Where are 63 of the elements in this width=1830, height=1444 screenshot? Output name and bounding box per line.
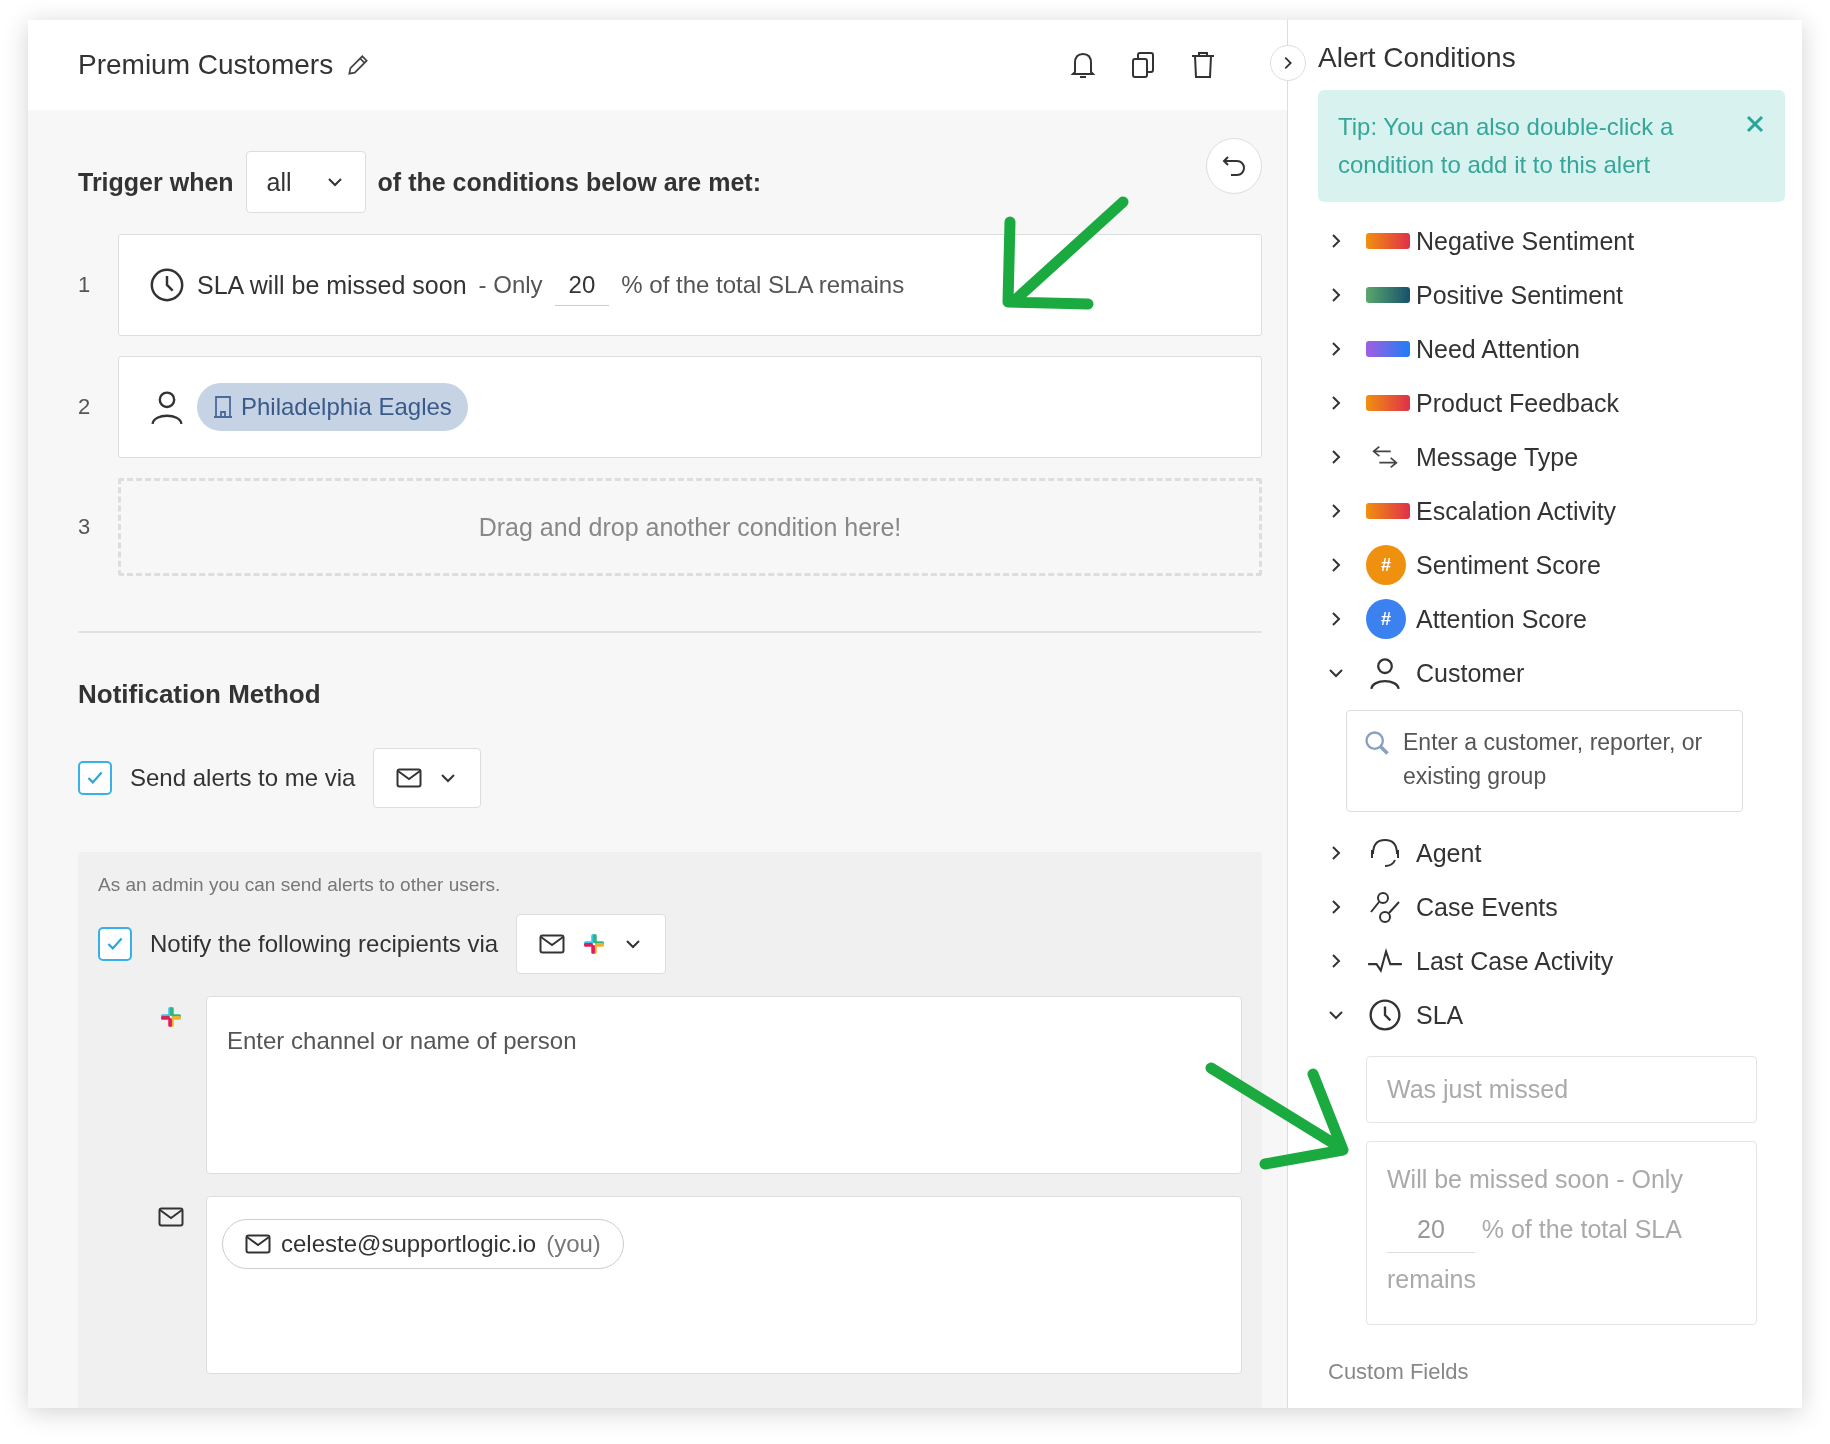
person-icon	[149, 389, 185, 425]
email-recipients-field[interactable]: celeste@supportlogic.io (you)	[206, 1196, 1242, 1374]
method-dropdown[interactable]	[516, 914, 667, 974]
gradient-swatch-icon	[1366, 503, 1410, 519]
alert-title: Premium Customers	[78, 49, 334, 81]
condition-card[interactable]: SLA will be missed soon - Only 20 % of the total SLA remains	[118, 234, 1262, 336]
condition-type-item[interactable]: Sentiment Score	[1416, 550, 1601, 580]
tip-text: Tip: You can also double-click a condition to add it to this alert	[1338, 112, 1675, 180]
condition-type-item[interactable]: Need Attention	[1416, 334, 1580, 364]
condition-number: 2	[78, 394, 92, 420]
panel-title: Alert Conditions	[1318, 42, 1517, 74]
method-dropdown[interactable]	[373, 748, 482, 808]
customer-tag[interactable]: Philadelphia Eagles	[197, 383, 468, 431]
condition-type-item[interactable]: Positive Sentiment	[1416, 280, 1624, 310]
envelope-icon	[396, 767, 423, 789]
condition-type-item[interactable]: Customer	[1416, 658, 1525, 688]
section-heading: Notification Method	[78, 679, 322, 710]
building-icon	[213, 395, 233, 419]
search-icon	[1363, 729, 1391, 757]
condition-number: 3	[78, 514, 92, 540]
close-icon[interactable]	[1745, 114, 1765, 134]
recipient-chip[interactable]: celeste@supportlogic.io (you)	[222, 1219, 624, 1269]
checkbox[interactable]	[78, 761, 112, 795]
copy-icon[interactable]	[1129, 50, 1157, 80]
condition-label: SLA will be missed soon	[197, 270, 467, 300]
checkbox[interactable]	[98, 927, 132, 961]
bell-icon[interactable]	[1069, 50, 1097, 80]
condition-type-item[interactable]: Case Events	[1416, 892, 1558, 922]
condition-type-item[interactable]: Product Feedback	[1416, 388, 1619, 418]
gradient-swatch-icon	[1366, 395, 1410, 411]
customer-search-field[interactable]: Enter a customer, reporter, or existing group	[1346, 710, 1743, 812]
envelope-icon	[539, 933, 566, 955]
condition-type-item[interactable]: SLA	[1416, 1000, 1464, 1030]
score-badge: #	[1366, 545, 1406, 585]
envelope-icon	[245, 1233, 271, 1255]
gradient-swatch-icon	[1366, 233, 1410, 249]
trigger-label: Trigger when	[78, 167, 234, 197]
condition-type-item[interactable]: Negative Sentiment	[1416, 226, 1635, 256]
condition-type-item[interactable]: Escalation Activity	[1416, 496, 1617, 526]
condition-card[interactable]: Philadelphia Eagles	[118, 356, 1262, 458]
checkbox-label: Notify the following recipients via	[150, 930, 499, 958]
percent-input[interactable]: 20	[554, 264, 610, 306]
slack-icon	[158, 1006, 184, 1028]
admin-note: As an admin you can send alerts to other users.	[98, 874, 502, 896]
condition-type-item[interactable]: Last Case Activity	[1416, 946, 1614, 976]
trash-icon[interactable]	[1189, 50, 1217, 80]
undo-button[interactable]	[1206, 138, 1262, 194]
condition-number: 1	[78, 272, 92, 298]
condition-type-item[interactable]: Agent	[1416, 838, 1482, 868]
condition-type-item[interactable]: Message Type	[1416, 442, 1579, 472]
section-label: Custom Fields	[1327, 1359, 1470, 1385]
envelope-icon	[158, 1206, 184, 1228]
condition-type-item[interactable]: Attention Score	[1416, 604, 1587, 634]
gradient-swatch-icon	[1366, 341, 1410, 357]
checkbox-label: Send alerts to me via	[130, 764, 356, 792]
clock-icon	[149, 267, 185, 303]
score-badge: #	[1366, 599, 1406, 639]
match-dropdown[interactable]: all	[245, 151, 366, 213]
gradient-swatch-icon	[1366, 287, 1410, 303]
trigger-suffix: of the conditions below are met:	[377, 167, 761, 197]
condition-text: - Only	[478, 271, 543, 299]
slack-recipients-field[interactable]: Enter channel or name of person	[206, 996, 1242, 1174]
condition-text: % of the total SLA remains	[621, 271, 905, 299]
